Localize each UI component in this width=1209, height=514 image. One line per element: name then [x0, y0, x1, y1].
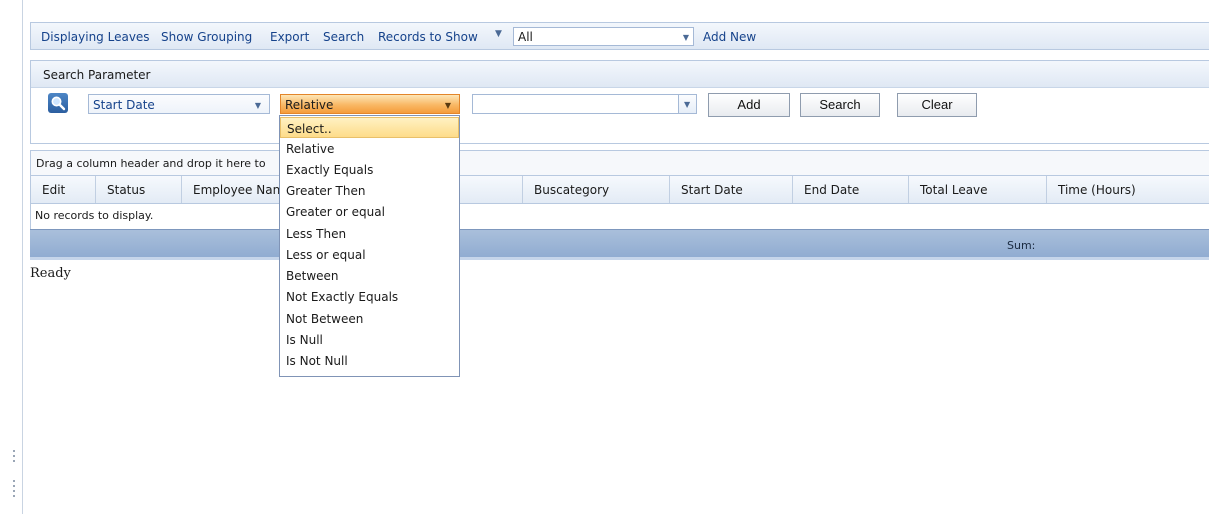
records-select-value: All [518, 30, 533, 44]
group-by-panel[interactable]: Drag a column header and drop it here to [30, 150, 1209, 176]
splitter-divider [22, 0, 23, 514]
dropdown-option-greater-or-equal[interactable]: Greater or equal [280, 201, 459, 222]
dropdown-option-greater-then[interactable]: Greater Then [280, 180, 459, 201]
column-header-total-leave[interactable]: Total Leave [909, 176, 1047, 203]
column-header-end-date[interactable]: End Date [793, 176, 909, 203]
chevron-down-icon[interactable]: ▼ [495, 29, 502, 39]
sum-label: Sum: [1007, 239, 1036, 252]
search-button[interactable]: Search [800, 93, 880, 117]
chevron-down-icon: ▼ [684, 100, 691, 109]
magnifier-icon[interactable] [48, 93, 68, 113]
group-hint: Drag a column header and drop it here to [36, 157, 266, 170]
value-combo[interactable]: ▼ [472, 94, 697, 114]
dropdown-option-not-exactly-equals[interactable]: Not Exactly Equals [280, 286, 459, 307]
export-link[interactable]: Export [270, 30, 309, 44]
status-text: Ready [30, 266, 71, 281]
displaying-leaves-link[interactable]: Displaying Leaves [41, 30, 150, 44]
value-dropdown-button[interactable]: ▼ [678, 95, 696, 113]
dropdown-option-not-between[interactable]: Not Between [280, 308, 459, 329]
grid-header-row: Edit Status Employee Nan Buscategory Sta… [30, 176, 1209, 204]
chevron-down-icon: ▼ [682, 33, 689, 42]
column-header-edit[interactable]: Edit [31, 176, 96, 203]
add-button[interactable]: Add [708, 93, 790, 117]
dropdown-option-less-then[interactable]: Less Then [280, 223, 459, 244]
chevron-down-icon: ▼ [444, 101, 451, 110]
dropdown-option-exactly-equals[interactable]: Exactly Equals [280, 159, 459, 180]
search-panel-title: Search Parameter [43, 68, 151, 82]
grid-toolbar: Displaying Leaves Show Grouping Export S… [30, 22, 1209, 50]
search-link[interactable]: Search [323, 30, 364, 44]
dropdown-option-is-null[interactable]: Is Null [280, 329, 459, 350]
operator-select-value: Relative [285, 98, 334, 112]
add-new-link[interactable]: Add New [703, 30, 756, 44]
field-select-value: Start Date [93, 98, 155, 112]
records-to-show-label: Records to Show [378, 30, 478, 44]
footer-divider [30, 257, 1209, 260]
grid-footer-row: Sum: [30, 229, 1209, 260]
records-to-show-select[interactable]: All ▼ [513, 27, 694, 46]
dropdown-option-select[interactable]: Select.. [280, 117, 459, 138]
column-header-status[interactable]: Status [96, 176, 182, 203]
search-parameter-panel: Search Parameter Start Date ▼ Relative ▼… [30, 60, 1209, 144]
operator-select[interactable]: Relative ▼ [280, 94, 460, 114]
column-header-time-hours[interactable]: Time (Hours) [1047, 176, 1209, 203]
dropdown-option-between[interactable]: Between [280, 265, 459, 286]
dropdown-option-less-or-equal[interactable]: Less or equal [280, 244, 459, 265]
empty-row: No records to display. [30, 204, 1209, 229]
operator-dropdown-list: Select.. Relative Exactly Equals Greater… [279, 115, 460, 377]
search-panel-header: Search Parameter [31, 61, 1209, 88]
field-select[interactable]: Start Date ▼ [88, 94, 270, 114]
left-splitter[interactable] [0, 0, 22, 514]
column-header-buscategory[interactable]: Buscategory [523, 176, 670, 203]
dropdown-option-is-not-null[interactable]: Is Not Null [280, 350, 459, 371]
chevron-down-icon: ▼ [254, 101, 261, 110]
clear-button[interactable]: Clear [897, 93, 977, 117]
show-grouping-link[interactable]: Show Grouping [161, 30, 252, 44]
column-header-start-date[interactable]: Start Date [670, 176, 793, 203]
empty-message: No records to display. [35, 209, 154, 222]
dropdown-option-relative[interactable]: Relative [280, 138, 459, 159]
